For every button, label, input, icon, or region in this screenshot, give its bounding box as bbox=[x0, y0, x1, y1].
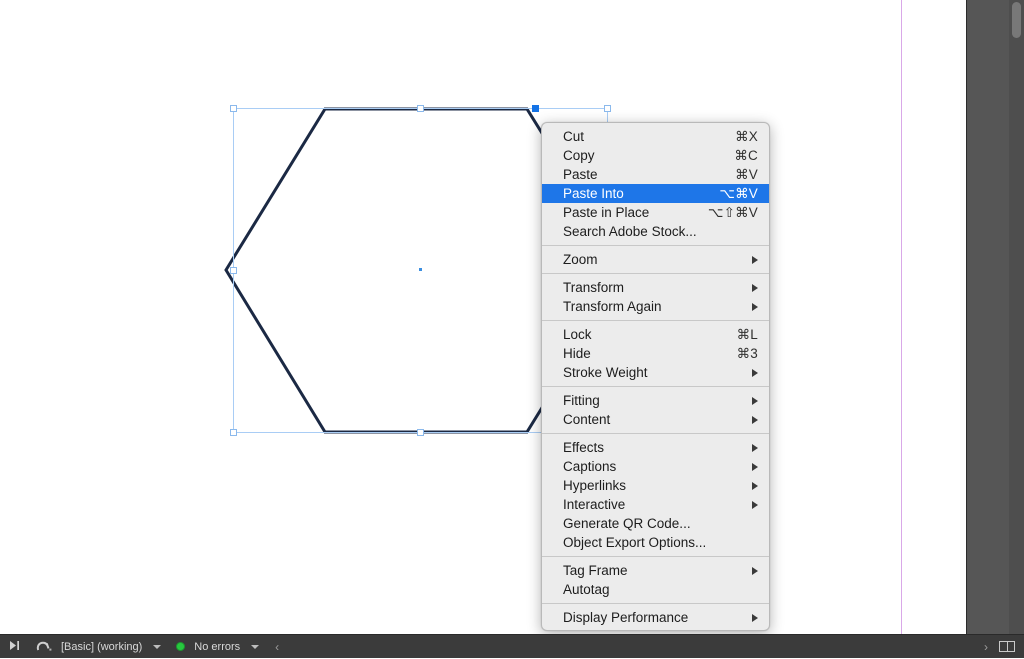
menu-item-label: Fitting bbox=[563, 393, 600, 408]
menu-item-hide[interactable]: Hide ⌘3 bbox=[542, 344, 769, 363]
menu-item-display-performance[interactable]: Display Performance bbox=[542, 608, 769, 627]
menu-item-content[interactable]: Content bbox=[542, 410, 769, 429]
pasteboard-area bbox=[967, 0, 1024, 650]
menu-item-label: Autotag bbox=[563, 582, 610, 597]
menu-item-interactive[interactable]: Interactive bbox=[542, 495, 769, 514]
split-window-icon[interactable] bbox=[999, 641, 1015, 652]
submenu-arrow-icon bbox=[752, 255, 758, 264]
submenu-arrow-icon bbox=[752, 462, 758, 471]
preflight-profile-selector[interactable]: [Basic] (working) bbox=[59, 635, 170, 659]
status-indicator-dot bbox=[176, 642, 186, 651]
caret-right-icon[interactable]: › bbox=[984, 640, 988, 654]
menu-item-generate-qr-code[interactable]: Generate QR Code... bbox=[542, 514, 769, 533]
menu-item-lock[interactable]: Lock ⌘L bbox=[542, 325, 769, 344]
submenu-arrow-icon bbox=[752, 368, 758, 377]
menu-item-label: Hide bbox=[563, 346, 591, 361]
menu-item-transform-again[interactable]: Transform Again bbox=[542, 297, 769, 316]
submenu-arrow-icon bbox=[752, 500, 758, 509]
status-bar[interactable]: [Basic] (working) No errors ‹ › bbox=[0, 634, 1024, 658]
submenu-arrow-icon bbox=[752, 415, 758, 424]
vertical-scrollbar-thumb[interactable] bbox=[1012, 2, 1021, 38]
menu-separator bbox=[542, 320, 769, 321]
menu-item-label: Content bbox=[563, 412, 611, 427]
menu-item-label: Transform Again bbox=[563, 299, 662, 314]
menu-item-shortcut: ⌘L bbox=[736, 327, 758, 342]
menu-item-hyperlinks[interactable]: Hyperlinks bbox=[542, 476, 769, 495]
menu-item-label: Paste in Place bbox=[563, 205, 650, 220]
menu-separator bbox=[542, 386, 769, 387]
menu-item-label: Stroke Weight bbox=[563, 365, 648, 380]
menu-item-label: Paste Into bbox=[563, 186, 624, 201]
submenu-arrow-icon bbox=[752, 396, 758, 405]
menu-item-tag-frame[interactable]: Tag Frame bbox=[542, 561, 769, 580]
preflight-profile-label: [Basic] (working) bbox=[61, 640, 143, 653]
menu-item-label: Hyperlinks bbox=[563, 478, 627, 493]
submenu-arrow-icon bbox=[752, 283, 758, 292]
chevron-down-icon[interactable] bbox=[251, 644, 260, 649]
menu-item-shortcut: ⌥⌘V bbox=[719, 186, 758, 201]
submenu-arrow-icon bbox=[752, 613, 758, 622]
submenu-arrow-icon bbox=[752, 481, 758, 490]
menu-item-label: Display Performance bbox=[563, 610, 689, 625]
menu-separator bbox=[542, 433, 769, 434]
hexagon-shape[interactable] bbox=[0, 0, 967, 650]
page-navigation-button[interactable] bbox=[0, 635, 28, 659]
menu-item-cut[interactable]: Cut ⌘X bbox=[542, 127, 769, 146]
menu-item-shortcut: ⌘V bbox=[735, 167, 758, 182]
menu-item-object-export-options[interactable]: Object Export Options... bbox=[542, 533, 769, 552]
transform-center-point[interactable] bbox=[419, 268, 422, 271]
menu-separator bbox=[542, 603, 769, 604]
menu-item-copy[interactable]: Copy ⌘C bbox=[542, 146, 769, 165]
menu-item-label: Search Adobe Stock... bbox=[563, 224, 697, 239]
document-canvas[interactable] bbox=[0, 0, 967, 650]
menu-item-paste-in-place[interactable]: Paste in Place ⌥⇧⌘V bbox=[542, 203, 769, 222]
menu-item-label: Interactive bbox=[563, 497, 626, 512]
menu-item-shortcut: ⌘C bbox=[734, 148, 758, 163]
menu-item-label: Zoom bbox=[563, 252, 598, 267]
menu-item-search-adobe-stock[interactable]: Search Adobe Stock... bbox=[542, 222, 769, 241]
nav-forward-button[interactable]: › bbox=[977, 635, 995, 659]
menu-item-label: Cut bbox=[563, 129, 585, 144]
menu-item-shortcut: ⌘X bbox=[735, 129, 758, 144]
menu-item-fitting[interactable]: Fitting bbox=[542, 391, 769, 410]
menu-separator bbox=[542, 556, 769, 557]
menu-item-label: Captions bbox=[563, 459, 617, 474]
menu-item-autotag[interactable]: Autotag bbox=[542, 580, 769, 599]
nav-back-button[interactable]: ‹ bbox=[268, 635, 286, 659]
menu-item-label: Object Export Options... bbox=[563, 535, 707, 550]
menu-item-paste[interactable]: Paste ⌘V bbox=[542, 165, 769, 184]
menu-item-label: Effects bbox=[563, 440, 605, 455]
submenu-arrow-icon bbox=[752, 566, 758, 575]
menu-item-label: Transform bbox=[563, 280, 625, 295]
menu-item-label: Generate QR Code... bbox=[563, 516, 691, 531]
menu-item-shortcut: ⌥⇧⌘V bbox=[707, 205, 758, 220]
submenu-arrow-icon bbox=[752, 302, 758, 311]
vertical-scrollbar[interactable] bbox=[1009, 0, 1024, 650]
menu-separator bbox=[542, 245, 769, 246]
preflight-icon[interactable] bbox=[36, 639, 52, 655]
preflight-tool-button[interactable] bbox=[28, 635, 59, 659]
chevron-down-icon[interactable] bbox=[153, 644, 162, 649]
split-view-button[interactable] bbox=[995, 635, 1024, 659]
menu-separator bbox=[542, 273, 769, 274]
menu-item-shortcut: ⌘3 bbox=[736, 346, 758, 361]
menu-item-transform[interactable]: Transform bbox=[542, 278, 769, 297]
last-page-icon[interactable] bbox=[8, 640, 21, 654]
caret-left-icon[interactable]: ‹ bbox=[275, 640, 279, 654]
menu-item-label: Copy bbox=[563, 148, 595, 163]
menu-item-label: Lock bbox=[563, 327, 592, 342]
menu-item-paste-into[interactable]: Paste Into ⌥⌘V bbox=[542, 184, 769, 203]
preflight-errors-selector[interactable]: No errors bbox=[170, 635, 268, 659]
errors-status-label: No errors bbox=[194, 640, 241, 653]
menu-item-stroke-weight[interactable]: Stroke Weight bbox=[542, 363, 769, 382]
context-menu[interactable]: Cut ⌘X Copy ⌘C Paste ⌘V Paste Into ⌥⌘V Paste in … bbox=[541, 122, 770, 631]
submenu-arrow-icon bbox=[752, 443, 758, 452]
menu-item-label: Paste bbox=[563, 167, 598, 182]
menu-item-zoom[interactable]: Zoom bbox=[542, 250, 769, 269]
menu-item-captions[interactable]: Captions bbox=[542, 457, 769, 476]
menu-item-label: Tag Frame bbox=[563, 563, 628, 578]
menu-item-effects[interactable]: Effects bbox=[542, 438, 769, 457]
